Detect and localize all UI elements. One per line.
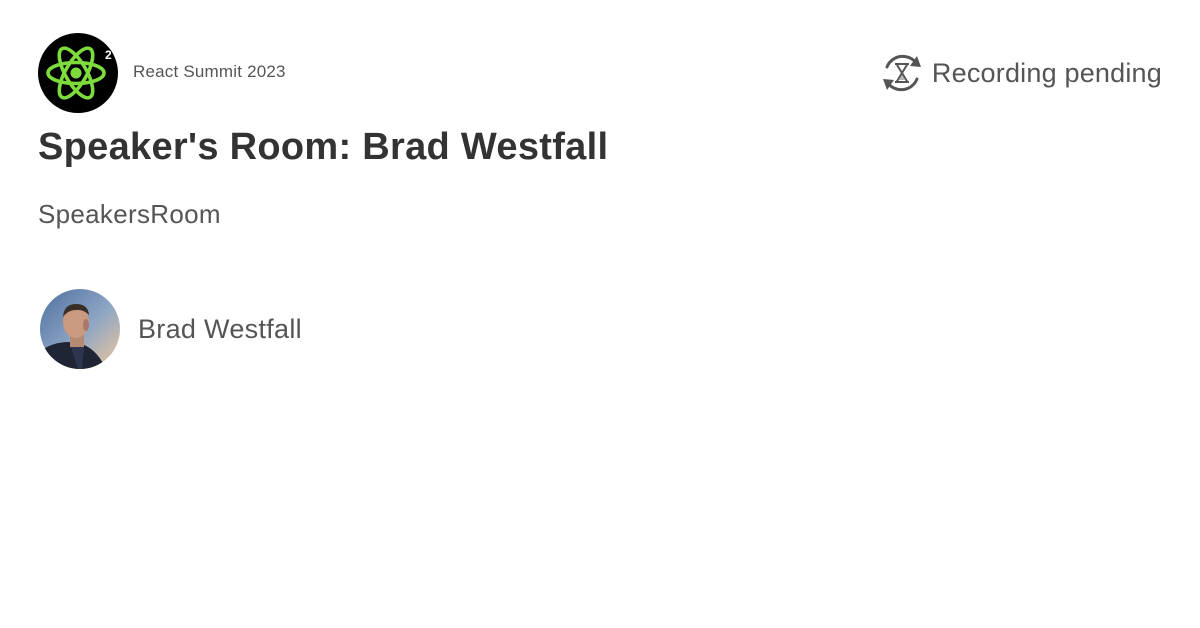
talk-tag[interactable]: SpeakersRoom (38, 199, 221, 230)
speaker[interactable]: Brad Westfall (40, 289, 302, 369)
recording-status: Recording pending (879, 50, 1162, 96)
recording-pending-icon (879, 50, 925, 96)
talk-card: 2 React Summit 2023 Recording pending Sp… (0, 0, 1200, 628)
react-atom-logo-icon[interactable]: 2 (38, 33, 118, 113)
speaker-name[interactable]: Brad Westfall (138, 314, 302, 345)
page-title: Speaker's Room: Brad Westfall (38, 126, 609, 168)
event-name[interactable]: React Summit 2023 (133, 62, 286, 82)
recording-status-label: Recording pending (931, 57, 1162, 88)
event-logo-badge: 2 (105, 48, 112, 62)
avatar[interactable] (40, 289, 120, 369)
